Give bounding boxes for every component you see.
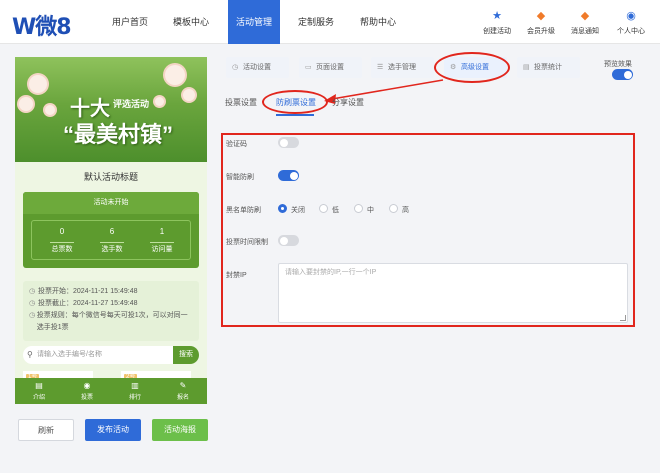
stats-box: 活动未开始 0 总票数 6 选手数 1 访问量 xyxy=(23,192,199,268)
smart-anti-fraud-label: 智能防刷 xyxy=(226,174,254,181)
vote-icon: ◉ xyxy=(83,381,91,390)
clock-icon: ◷ xyxy=(29,288,36,295)
search-icon: ⚲ xyxy=(27,350,33,359)
tab-activity-settings[interactable]: ◷ 活动设置 xyxy=(226,57,289,78)
captcha-label: 验证码 xyxy=(226,141,247,148)
blacklist-label: 黑名单防刷 xyxy=(226,207,261,214)
vote-end-time: ◷ 投票截止：2024-11-27 15:49:48 xyxy=(29,298,193,310)
phone-preview: 十大 评选活动 “最美村镇” 默认活动标题 活动未开始 0 总票数 6 选手数 … xyxy=(15,57,207,404)
blacklist-radio-medium[interactable] xyxy=(354,204,363,213)
nav-user-home[interactable]: 用户首页 xyxy=(104,0,156,44)
contestant-search: ⚲ 请输入选手编号/名称 搜索 xyxy=(23,346,199,364)
logo[interactable]: W微8 xyxy=(12,9,72,41)
subtab-share-settings[interactable]: 分享设置 xyxy=(332,97,364,108)
vote-start-time: ◷ 投票开始：2024-11-21 15:49:48 xyxy=(29,286,193,298)
notifications-button[interactable]: ◆ 消息通知 xyxy=(565,10,605,36)
vote-info: ◷ 投票开始：2024-11-21 15:49:48 ◷ 投票截止：2024-11-… xyxy=(23,281,199,341)
nav-help-center[interactable]: 帮助中心 xyxy=(352,0,404,44)
preview-toggle[interactable] xyxy=(612,69,633,80)
bottom-nav-rank[interactable]: ▥ 排行 xyxy=(111,378,159,404)
tab-vote-statistics[interactable]: ▤ 投票统计 xyxy=(517,57,580,78)
activity-title: 默认活动标题 xyxy=(83,172,138,182)
doc-icon: ▤ xyxy=(35,381,43,390)
banner-subtitle: 评选活动 xyxy=(113,99,150,109)
stat-total-votes: 0 总票数 xyxy=(50,227,74,253)
bottom-nav-intro[interactable]: ▤ 介绍 xyxy=(15,378,63,404)
contestant-search-input[interactable]: ⚲ 请输入选手编号/名称 xyxy=(23,346,173,364)
blacklist-option-label: 关闭 xyxy=(291,207,305,214)
top-bar: W微8 用户首页 模板中心 活动管理 定制服务 帮助中心 ★ 创建活动 ◆ 会员… xyxy=(0,0,660,44)
preview-label: 预览效果 xyxy=(604,61,632,68)
ban-ip-textarea[interactable]: 请输入要封禁的IP,一行一个IP xyxy=(278,263,628,323)
resize-handle[interactable] xyxy=(620,315,626,321)
refresh-button[interactable]: 刷新 xyxy=(18,419,74,441)
clock-icon: ◷ xyxy=(29,300,36,307)
search-button[interactable]: 搜索 xyxy=(173,346,199,364)
nav-custom-service[interactable]: 定制服务 xyxy=(290,0,342,44)
blacklist-radio-high[interactable] xyxy=(389,204,398,213)
personal-center-button[interactable]: ◉ 个人中心 xyxy=(611,10,651,36)
ban-ip-label: 封禁IP xyxy=(226,272,247,279)
tab-page-settings[interactable]: ▭ 页面设置 xyxy=(299,57,362,78)
clock-icon: ◷ xyxy=(232,64,239,71)
blacklist-radio-low[interactable] xyxy=(319,204,328,213)
stat-contestants: 6 选手数 xyxy=(100,227,124,253)
bell-icon: ◆ xyxy=(580,10,590,22)
blacklist-option-label: 高 xyxy=(402,207,409,214)
page-icon: ▭ xyxy=(305,64,312,71)
activity-poster-button[interactable]: 活动海报 xyxy=(152,419,208,441)
annotation-ellipse xyxy=(262,90,328,114)
blacklist-radio-off[interactable] xyxy=(278,204,287,213)
stat-visits: 1 访问量 xyxy=(150,227,174,253)
blacklist-option-label: 低 xyxy=(332,207,339,214)
bottom-nav-signup[interactable]: ✎ 报名 xyxy=(159,378,207,404)
phone-bottom-nav: ▤ 介绍 ◉ 投票 ▥ 排行 ✎ 报名 xyxy=(15,378,207,404)
tab-contestant-management[interactable]: ☰ 选手管理 xyxy=(371,57,434,78)
subtab-vote-settings[interactable]: 投票设置 xyxy=(225,97,257,108)
activity-banner: 十大 评选活动 “最美村镇” xyxy=(15,57,207,162)
captcha-toggle[interactable] xyxy=(278,137,299,148)
settings-panel: ◷ 活动设置 ▭ 页面设置 ☰ 选手管理 ⚙ 高级设置 ▤ 投票统计 预览效果 投票设置 … xyxy=(218,47,650,467)
star-icon: ★ xyxy=(492,10,502,22)
vip-icon: ◆ xyxy=(536,10,546,22)
signup-icon: ✎ xyxy=(179,381,187,390)
chart-icon: ▤ xyxy=(523,64,530,71)
vote-rules: ◷ 投票规则：每个微信号每天可投1次，可以对同一选手投1票 xyxy=(29,310,193,334)
bottom-nav-vote[interactable]: ◉ 投票 xyxy=(63,378,111,404)
blacklist-option-label: 中 xyxy=(367,207,374,214)
vote-time-limit-toggle[interactable] xyxy=(278,235,299,246)
activity-status: 活动未开始 xyxy=(23,192,199,214)
rank-icon: ▥ xyxy=(131,381,139,390)
vote-time-limit-label: 投票时间限制 xyxy=(226,239,268,246)
subtab-underline xyxy=(276,114,314,116)
list-icon: ☰ xyxy=(377,64,384,71)
nav-activity-management[interactable]: 活动管理 xyxy=(228,0,281,44)
banner-title-main: “最美村镇” xyxy=(63,122,174,147)
nav-template-center[interactable]: 模板中心 xyxy=(165,0,217,44)
member-upgrade-button[interactable]: ◆ 会员升级 xyxy=(521,10,561,36)
smart-anti-fraud-toggle[interactable] xyxy=(278,170,299,181)
create-activity-button[interactable]: ★ 创建活动 xyxy=(477,10,517,36)
info-icon: ◷ xyxy=(29,312,36,319)
user-icon: ◉ xyxy=(626,10,636,22)
publish-activity-button[interactable]: 发布活动 xyxy=(85,419,141,441)
